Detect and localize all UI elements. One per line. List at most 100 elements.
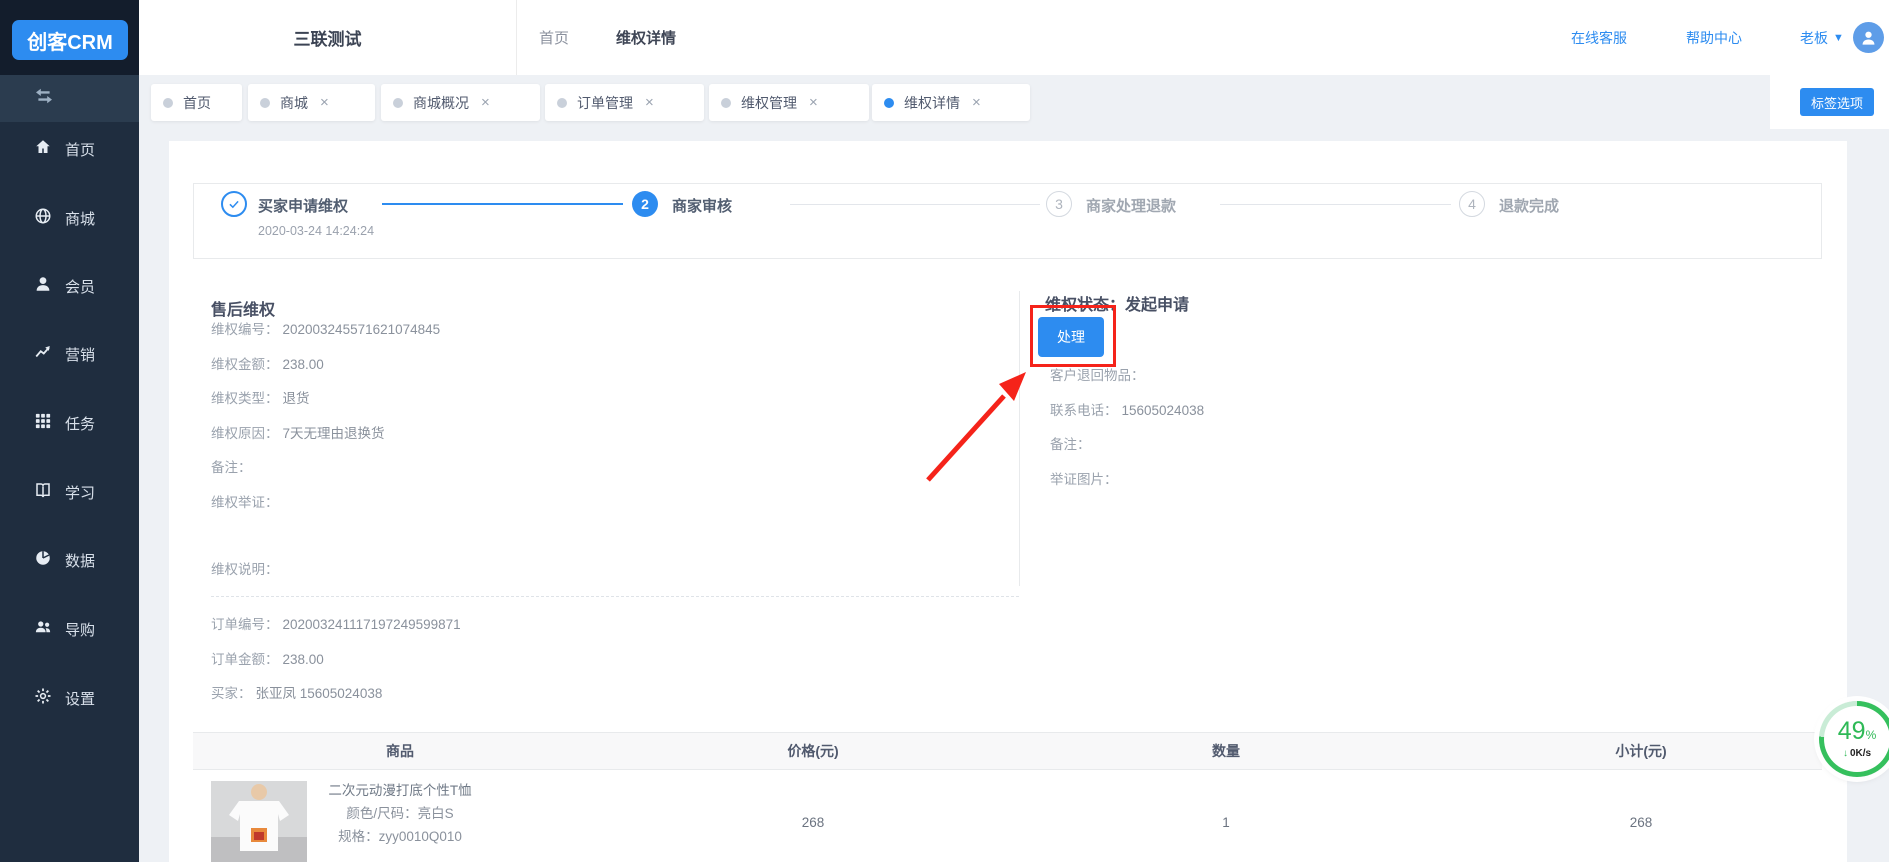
close-icon[interactable]: × bbox=[320, 95, 329, 110]
header-divider bbox=[516, 0, 517, 75]
tab-dot-active bbox=[884, 97, 894, 108]
app-window: 创客CRM 首页 商城 会员 营销 任务 学习 数据 导购 设置 三联测试 首页… bbox=[0, 0, 1889, 862]
field-row: 备注： bbox=[1050, 437, 1091, 452]
progress-percent: 49% bbox=[1837, 717, 1877, 745]
tab-dot bbox=[721, 97, 731, 108]
book-icon bbox=[34, 481, 52, 504]
member-icon bbox=[34, 275, 52, 298]
col-subtotal: 小计(元) bbox=[1615, 743, 1667, 759]
user-menu[interactable]: 老板 ▼ bbox=[1800, 0, 1844, 75]
group-icon bbox=[34, 618, 52, 641]
field-row: 备注： bbox=[211, 460, 252, 475]
chevron-down-icon: ▼ bbox=[1833, 31, 1844, 44]
sidebar-item-tasks[interactable]: 任务 bbox=[0, 403, 139, 443]
gear-icon bbox=[34, 687, 52, 710]
product-name: 二次元动漫打底个性T恤 bbox=[328, 783, 472, 798]
mall-icon bbox=[34, 207, 52, 230]
field-row: 举证图片： bbox=[1050, 471, 1118, 487]
step-label-4: 退款完成 bbox=[1499, 198, 1560, 215]
avatar[interactable] bbox=[1853, 22, 1884, 53]
tab-dot bbox=[260, 97, 270, 108]
annotation-arrow bbox=[926, 372, 1026, 482]
sidebar-item-home[interactable]: 首页 bbox=[0, 129, 139, 169]
order-fields: 订单编号： 202003241117197249599871 订单金额： 238.0… bbox=[211, 613, 461, 717]
after-sale-fields: 维权编号： 202003245571621074845 维权金额： 238.00 维… bbox=[211, 318, 440, 525]
field-row: 维权编号： 202003245571621074845 bbox=[211, 322, 441, 337]
step-circle-4: 4 bbox=[1459, 191, 1485, 217]
tab-rights-management[interactable]: 维权管理 × bbox=[709, 84, 869, 121]
username: 老板 bbox=[1800, 29, 1828, 46]
cell-subtotal: 268 bbox=[1629, 815, 1653, 830]
dashed-divider bbox=[211, 596, 1019, 597]
check-icon bbox=[229, 200, 239, 209]
tab-rights-detail[interactable]: 维权详情 × bbox=[872, 84, 1030, 121]
breadcrumb-current: 维权详情 bbox=[616, 30, 677, 47]
step-circle-3: 3 bbox=[1046, 191, 1072, 217]
status-fields: 客户退回物品： 联系电话： 15605024038 备注： 举证图片： bbox=[1050, 364, 1204, 502]
col-quantity: 数量 bbox=[1212, 743, 1240, 759]
online-service-link[interactable]: 在线客服 bbox=[1571, 0, 1627, 75]
close-icon[interactable]: × bbox=[809, 95, 818, 110]
sidebar-collapse-bar[interactable] bbox=[0, 75, 139, 122]
progress-steps-box bbox=[193, 183, 1822, 259]
sidebar-item-marketing[interactable]: 营销 bbox=[0, 334, 139, 374]
tab-dot bbox=[393, 97, 403, 108]
cell-price: 268 bbox=[801, 815, 825, 830]
step-connector bbox=[1220, 204, 1451, 205]
sidebar-item-settings[interactable]: 设置 bbox=[0, 678, 139, 718]
tab-home[interactable]: 首页 bbox=[151, 84, 242, 121]
field-row: 维权原因： 7天无理由退换货 bbox=[211, 425, 385, 441]
user-bust-icon bbox=[1862, 31, 1875, 45]
step-timestamp: 2020-03-24 14:24:24 bbox=[258, 224, 375, 238]
table-header bbox=[193, 732, 1822, 770]
download-speed: ↓ 0K/s bbox=[1842, 748, 1872, 759]
sidebar-item-guide[interactable]: 导购 bbox=[0, 609, 139, 649]
tab-order-management[interactable]: 订单管理 × bbox=[545, 84, 704, 121]
field-desc: 维权说明： bbox=[211, 562, 279, 577]
step-circle-current: 2 bbox=[632, 191, 658, 217]
step-circle-done bbox=[221, 191, 247, 217]
step-label-3: 商家处理退款 bbox=[1086, 198, 1177, 215]
app-logo[interactable]: 创客CRM bbox=[12, 20, 128, 60]
sidebar-item-mall[interactable]: 商城 bbox=[0, 198, 139, 238]
tab-dot bbox=[557, 97, 567, 108]
field-row: 订单编号： 202003241117197249599871 bbox=[211, 617, 461, 632]
step-connector-done bbox=[382, 203, 623, 205]
step-connector bbox=[790, 204, 1040, 205]
tab-mall-overview[interactable]: 商城概况 × bbox=[381, 84, 540, 121]
close-icon[interactable]: × bbox=[481, 95, 490, 110]
marketing-icon bbox=[34, 343, 52, 366]
sidebar-item-data[interactable]: 数据 bbox=[0, 540, 139, 580]
store-name: 三联测试 bbox=[293, 30, 362, 49]
sidebar-item-study[interactable]: 学习 bbox=[0, 472, 139, 512]
close-icon[interactable]: × bbox=[972, 95, 981, 110]
field-row: 买家： 张亚凤 15605024038 bbox=[211, 686, 383, 701]
help-center-link[interactable]: 帮助中心 bbox=[1686, 0, 1742, 75]
field-row: 客户退回物品： bbox=[1050, 368, 1145, 383]
after-sale-title: 售后维权 bbox=[211, 302, 276, 319]
tag-options-button[interactable]: 标签选项 bbox=[1800, 88, 1874, 116]
field-row: 联系电话： 15605024038 bbox=[1050, 402, 1205, 418]
home-icon bbox=[34, 138, 52, 161]
download-progress-badge: 49% ↓ 0K/s bbox=[1819, 701, 1889, 777]
task-grid-icon bbox=[34, 412, 52, 435]
field-row: 维权金额： 238.00 bbox=[211, 356, 324, 372]
product-image bbox=[211, 781, 307, 862]
tab-mall[interactable]: 商城 × bbox=[248, 84, 375, 121]
breadcrumb-home[interactable]: 首页 bbox=[539, 0, 569, 75]
pie-chart-icon bbox=[34, 549, 52, 572]
close-icon[interactable]: × bbox=[645, 95, 654, 110]
down-arrow-icon: ↓ bbox=[1842, 748, 1848, 759]
field-row: 订单金额： 238.00 bbox=[211, 651, 324, 667]
collapse-arrows-icon bbox=[34, 88, 54, 109]
tab-dot bbox=[163, 97, 173, 108]
col-product: 商品 bbox=[386, 743, 414, 759]
col-price: 价格(元) bbox=[787, 743, 839, 759]
field-row: 维权类型： 退货 bbox=[211, 391, 310, 406]
product-spec-color: 颜色/尺码：亮白S bbox=[346, 806, 454, 821]
cell-quantity: 1 bbox=[1222, 815, 1230, 830]
step-label-2: 商家审核 bbox=[672, 198, 733, 215]
step-label-1: 买家申请维权 bbox=[258, 198, 349, 215]
product-spec-code: 规格：zyy0010Q010 bbox=[338, 829, 462, 844]
sidebar-item-member[interactable]: 会员 bbox=[0, 266, 139, 306]
